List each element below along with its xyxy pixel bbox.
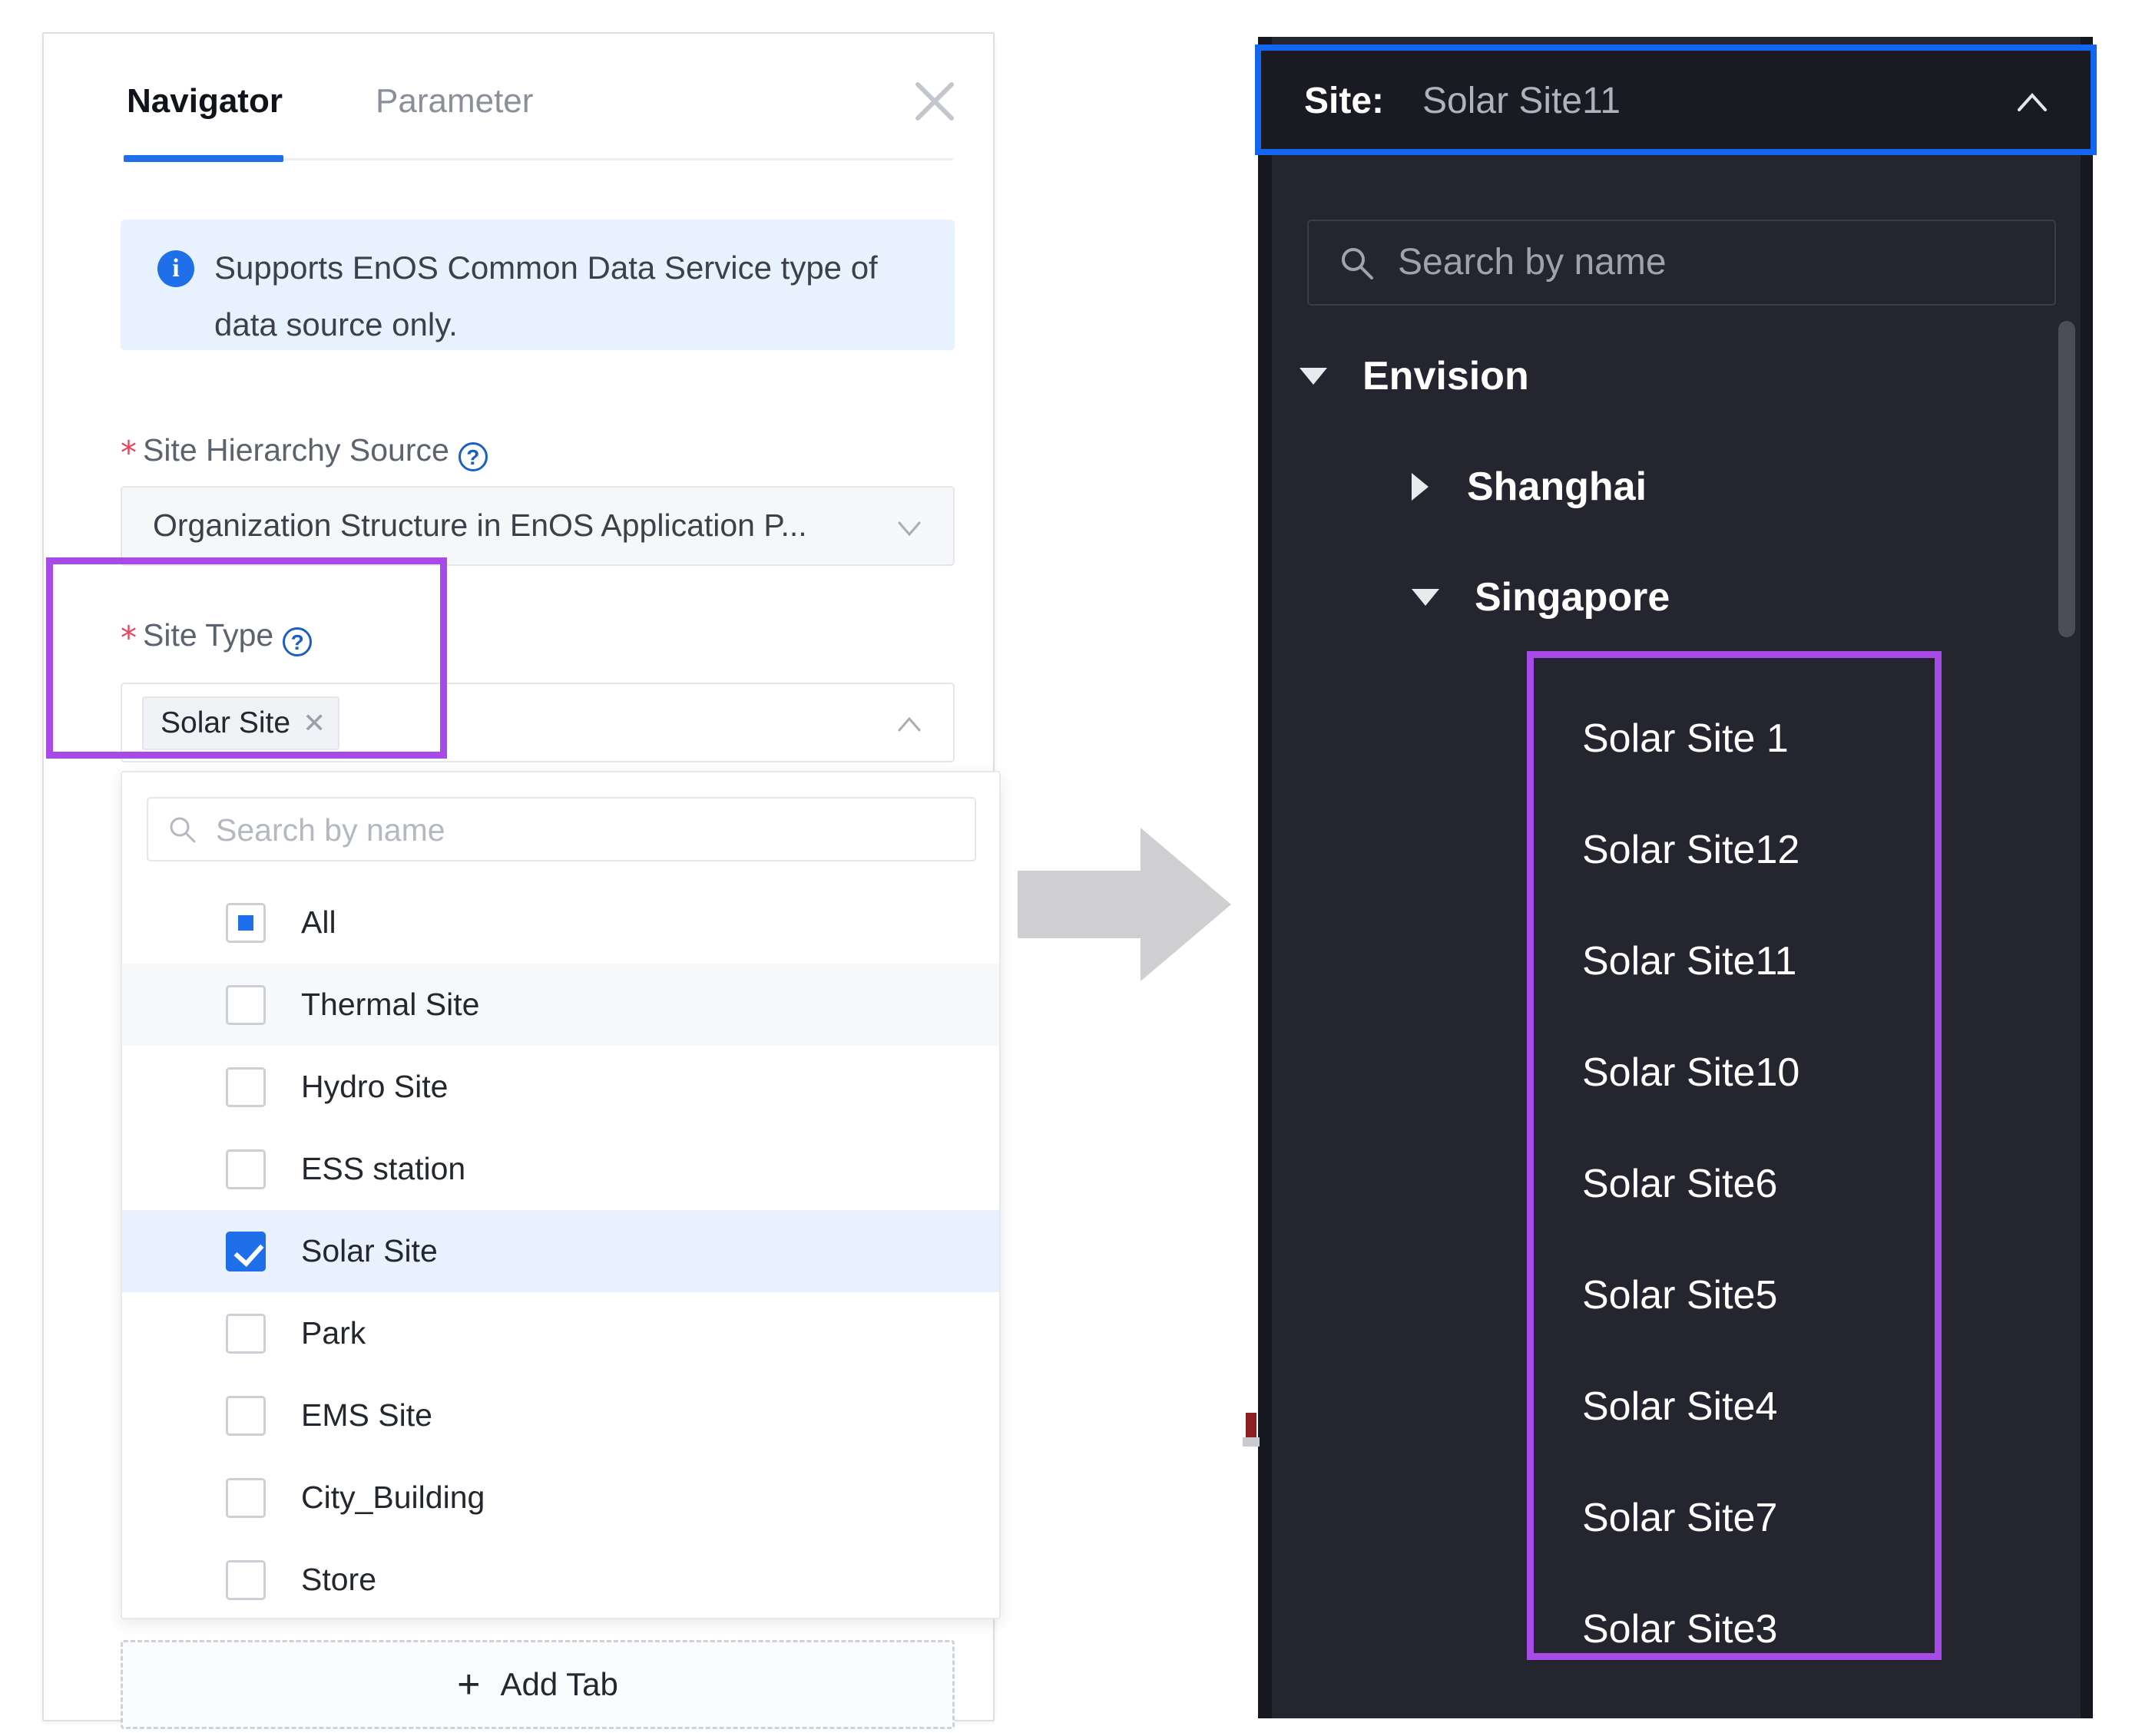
question-mark-icon[interactable]: ? xyxy=(283,627,313,656)
plus-icon: + xyxy=(457,1662,481,1707)
list-item[interactable]: Solar Site4 xyxy=(1582,1351,1905,1463)
list-item[interactable]: Thermal Site xyxy=(122,964,999,1046)
list-item[interactable]: Solar Site6 xyxy=(1582,1129,1905,1240)
site-type-search-placeholder: Search by name xyxy=(216,812,445,848)
option-label: Store xyxy=(301,1562,376,1597)
list-item[interactable]: Solar Site12 xyxy=(1582,795,1905,906)
list-item[interactable]: Park xyxy=(122,1292,999,1374)
edge-sliver-gray xyxy=(1243,1437,1260,1447)
list-item[interactable]: Solar Site 1 xyxy=(1582,683,1905,795)
list-item[interactable]: Hydro Site xyxy=(122,1046,999,1128)
site-type-dropdown: Search by name All Thermal Site Hydro Si… xyxy=(121,771,1001,1619)
checkbox-hydro-site[interactable] xyxy=(226,1066,266,1107)
site-list: Solar Site 1 Solar Site12 Solar Site11 S… xyxy=(1582,683,1905,1685)
list-item[interactable]: Solar Site xyxy=(122,1210,999,1292)
list-item[interactable]: ESS station xyxy=(122,1128,999,1210)
list-item[interactable]: Solar Site7 xyxy=(1582,1463,1905,1574)
chevron-up-icon xyxy=(2018,93,2047,111)
option-label: EMS Site xyxy=(301,1397,432,1433)
option-label: City_Building xyxy=(301,1480,485,1515)
checkbox-park[interactable] xyxy=(226,1313,266,1354)
site-hierarchy-source-label: * Site Hierarchy Source? xyxy=(121,432,488,471)
active-tab-indicator xyxy=(124,155,283,162)
list-item[interactable]: All xyxy=(122,881,999,964)
question-mark-icon[interactable]: ? xyxy=(458,442,488,471)
arrow-right-icon xyxy=(1018,828,1231,981)
required-asterisk: * xyxy=(121,434,137,471)
checkbox-city-building[interactable] xyxy=(226,1477,266,1518)
selected-tag-label: Solar Site xyxy=(161,706,291,739)
option-label: Hydro Site xyxy=(301,1069,449,1104)
list-item[interactable]: EMS Site xyxy=(122,1374,999,1457)
site-hierarchy-source-label-text: Site Hierarchy Source xyxy=(143,432,449,468)
navigator-panel: Navigator Parameter i Supports EnOS Comm… xyxy=(42,32,1001,1729)
site-selector-value: Solar Site11 xyxy=(1422,81,1621,121)
list-item[interactable]: Solar Site11 xyxy=(1582,906,1905,1017)
chevron-down-icon xyxy=(898,521,921,537)
checkbox-ems-site[interactable] xyxy=(226,1395,266,1436)
list-item[interactable]: City_Building xyxy=(122,1457,999,1539)
search-icon xyxy=(1342,248,1373,279)
close-small-icon[interactable]: ✕ xyxy=(303,709,326,737)
caret-down-icon[interactable] xyxy=(1299,368,1327,385)
site-hierarchy-source-value: Organization Structure in EnOS Applicati… xyxy=(153,508,807,543)
info-banner: i Supports EnOS Common Data Service type… xyxy=(121,220,955,350)
site-hierarchy-source-select[interactable]: Organization Structure in EnOS Applicati… xyxy=(121,486,955,566)
chevron-up-icon xyxy=(898,716,921,732)
checkbox-thermal-site[interactable] xyxy=(226,984,266,1025)
selected-tag-solar-site: Solar Site ✕ xyxy=(142,696,340,750)
option-label: Park xyxy=(301,1315,366,1351)
site-type-label: * Site Type? xyxy=(121,617,313,656)
site-tree-scrollbar[interactable] xyxy=(2058,321,2075,637)
checkbox-store[interactable] xyxy=(226,1559,266,1600)
panel-tabs: Navigator Parameter xyxy=(44,34,993,162)
site-search-input[interactable]: Search by name xyxy=(1307,220,2056,306)
tree-node-label: Singapore xyxy=(1475,575,1670,620)
site-selector-dropdown-header[interactable]: Site: Solar Site11 xyxy=(1255,45,2097,155)
option-label: Thermal Site xyxy=(301,987,480,1022)
tree-node-shanghai[interactable]: Shanghai xyxy=(1412,464,1647,510)
tree-node-label: Shanghai xyxy=(1467,465,1647,509)
checkbox-solar-site[interactable] xyxy=(226,1231,266,1271)
edge-sliver-red xyxy=(1246,1413,1256,1440)
caret-right-icon[interactable] xyxy=(1412,473,1429,501)
site-type-option-list: All Thermal Site Hydro Site ESS station … xyxy=(122,881,999,1618)
option-label: Solar Site xyxy=(301,1233,438,1268)
tree-node-label: Envision xyxy=(1362,354,1529,398)
tree-node-envision[interactable]: Envision xyxy=(1299,353,1529,399)
search-icon xyxy=(170,817,196,843)
site-type-label-text: Site Type xyxy=(143,617,274,653)
caret-down-icon[interactable] xyxy=(1412,589,1439,606)
close-icon[interactable] xyxy=(910,77,959,126)
required-asterisk: * xyxy=(121,619,137,656)
add-tab-label: Add Tab xyxy=(500,1666,618,1702)
list-item[interactable]: Solar Site5 xyxy=(1582,1240,1905,1351)
checkbox-all[interactable] xyxy=(226,902,266,943)
site-search-placeholder: Search by name xyxy=(1398,242,1667,283)
site-type-select[interactable]: Solar Site ✕ xyxy=(121,683,955,762)
list-item[interactable]: Solar Site3 xyxy=(1582,1574,1905,1685)
site-type-search-input[interactable]: Search by name xyxy=(147,797,976,861)
info-banner-text: Supports EnOS Common Data Service type o… xyxy=(214,250,878,342)
info-icon: i xyxy=(157,250,194,287)
option-label: All xyxy=(301,904,336,940)
option-label: ESS station xyxy=(301,1151,466,1186)
tab-navigator[interactable]: Navigator xyxy=(127,84,283,118)
list-item[interactable]: Solar Site10 xyxy=(1582,1017,1905,1129)
list-item[interactable]: Store xyxy=(122,1539,999,1618)
checkbox-ess-station[interactable] xyxy=(226,1149,266,1189)
add-tab-button[interactable]: + Add Tab xyxy=(121,1640,955,1729)
tree-node-singapore[interactable]: Singapore xyxy=(1412,574,1670,620)
tab-parameter[interactable]: Parameter xyxy=(376,84,533,118)
site-selector-label: Site: xyxy=(1304,81,1385,121)
